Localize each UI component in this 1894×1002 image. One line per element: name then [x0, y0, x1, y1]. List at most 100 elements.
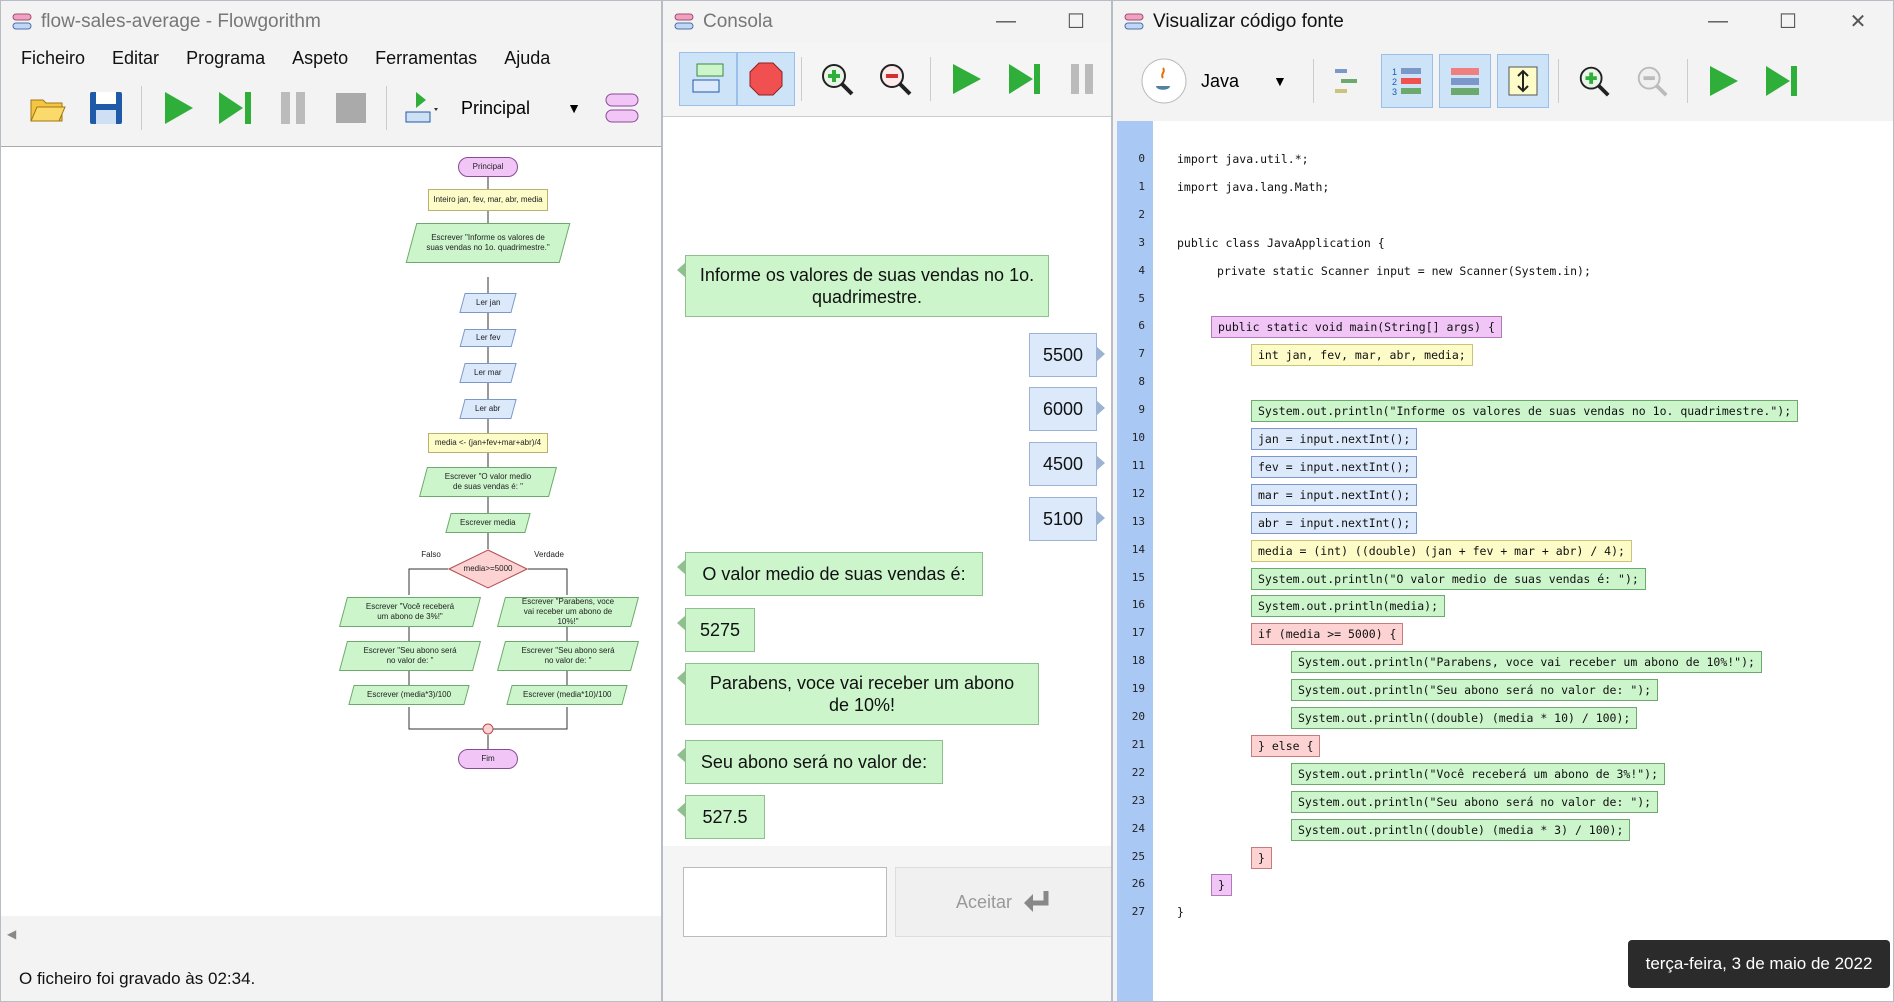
code-line[interactable]: System.out.println("Informe os valores d…	[1251, 400, 1799, 423]
flowchart-assign[interactable]: media <- (jan+fev+mar+abr)/4	[428, 433, 548, 453]
code-line[interactable]: System.out.println(media);	[1251, 595, 1446, 618]
function-dropdown[interactable]: Principal ▼	[461, 98, 581, 119]
code-line[interactable]: public static void main(String[] args) {	[1211, 316, 1502, 339]
code-line[interactable]: }	[1251, 846, 1272, 869]
stop-console-button[interactable]	[737, 52, 795, 106]
code-line[interactable]	[1171, 205, 1183, 227]
code-line[interactable]: System.out.println("Seu abono será no va…	[1291, 790, 1659, 813]
flowchart-output-1[interactable]: Escrever "Informe os valores de suas ven…	[405, 223, 571, 263]
step-button[interactable]	[206, 80, 264, 136]
flowchart-true-out-3-text: Escrever (media*10)/100	[522, 690, 612, 699]
code-line[interactable]: System.out.println("O valor medio de sua…	[1251, 567, 1646, 590]
save-button[interactable]	[77, 80, 135, 136]
code-editor[interactable]: 0 import java.util.*; 1 import java.lang.Ma…	[1117, 121, 1893, 1001]
code-zoom-in-button[interactable]	[1568, 54, 1620, 108]
code-line[interactable]: import java.lang.Math;	[1171, 177, 1335, 199]
highlight-button[interactable]	[1438, 54, 1491, 108]
console-window: Consola — ☐ Informe os valores de suas v…	[662, 0, 1112, 1002]
menu-programa[interactable]: Programa	[172, 48, 278, 69]
flowchart-canvas[interactable]: Principal Inteiro jan, fev, mar, abr, me…	[1, 146, 661, 916]
code-line[interactable]: public class JavaApplication {	[1171, 233, 1391, 255]
console-input-field[interactable]	[683, 867, 887, 937]
console-step-button[interactable]	[995, 52, 1053, 106]
line-number: 10	[1131, 431, 1145, 444]
close-button[interactable]: ✕	[1823, 1, 1893, 42]
menu-ficheiro[interactable]: Ficheiro	[7, 48, 98, 69]
code-line[interactable]: System.out.println("Parabens, voce vai r…	[1291, 651, 1762, 674]
scroll-left-icon[interactable]: ◀	[7, 927, 16, 941]
code-line[interactable]: } else {	[1251, 734, 1321, 757]
flowchart-input-jan[interactable]: Ler jan	[459, 293, 517, 313]
flowchart-false-out-1[interactable]: Escrever "Você receberá um abono de 3%!"	[338, 597, 482, 627]
language-dropdown[interactable]: Java ▼	[1141, 53, 1287, 109]
flowchart-input-mar-text: Ler mar	[474, 368, 502, 377]
console-output-area[interactable]: Informe os valores de suas vendas no 1o.…	[663, 116, 1111, 846]
minimize-button[interactable]: —	[1683, 1, 1753, 42]
maximize-button[interactable]: ☐	[1753, 1, 1823, 42]
flowchart-false-out-3[interactable]: Escrever (media*3)/100	[348, 685, 470, 705]
line-numbers-icon: 123	[1392, 67, 1421, 97]
toolbar-separator	[141, 86, 142, 130]
accept-button[interactable]: Aceitar	[895, 867, 1111, 937]
code-line[interactable]: System.out.println((double) (media * 10)…	[1291, 707, 1638, 729]
code-line[interactable]: abr = input.nextInt();	[1251, 511, 1418, 534]
functions-button[interactable]	[593, 80, 651, 136]
flowchart-start[interactable]: Principal	[458, 157, 518, 177]
flowchart-declare[interactable]: Inteiro jan, fev, mar, abr, media	[428, 189, 548, 211]
play-icon	[1709, 66, 1738, 96]
code-step-button[interactable]	[1755, 54, 1807, 108]
code-line[interactable]: mar = input.nextInt();	[1251, 483, 1418, 506]
code-line[interactable]: import java.util.*;	[1171, 149, 1315, 171]
horizontal-scrollbar[interactable]: ◀	[1, 921, 661, 951]
line-number-gutter	[1117, 121, 1153, 1001]
layout-button[interactable]	[393, 80, 451, 136]
minimize-button[interactable]: —	[971, 1, 1041, 42]
line-numbers-button[interactable]: 123	[1380, 54, 1433, 108]
flowchart-true-out-1[interactable]: Escrever "Parabens, voce vai receber um …	[496, 597, 640, 627]
code-line[interactable]: }	[1211, 874, 1232, 897]
maximize-button[interactable]: ☐	[1041, 1, 1111, 42]
menu-aspeto[interactable]: Aspeto	[278, 48, 361, 69]
code-line[interactable]: if (media >= 5000) {	[1251, 623, 1404, 646]
run-button[interactable]	[148, 80, 206, 136]
menu-ajuda[interactable]: Ajuda	[490, 48, 563, 69]
flowchart-input-abr[interactable]: Ler abr	[459, 399, 517, 419]
zoom-out-button[interactable]	[866, 52, 924, 106]
code-line[interactable]: jan = input.nextInt();	[1251, 428, 1418, 450]
fit-button[interactable]	[1496, 54, 1549, 108]
code-line[interactable]: fev = input.nextInt();	[1251, 455, 1418, 478]
code-run-button[interactable]	[1697, 54, 1749, 108]
stop-button[interactable]	[322, 80, 380, 136]
code-line[interactable]: System.out.println("Seu abono será no va…	[1291, 679, 1659, 702]
code-line[interactable]: System.out.println("Você receberá um abo…	[1291, 762, 1666, 785]
flowchart-true-out-3[interactable]: Escrever (media*10)/100	[506, 685, 628, 705]
console-message: 6000	[1029, 387, 1105, 431]
pause-button[interactable]	[264, 80, 322, 136]
chat-view-button[interactable]	[679, 52, 737, 106]
flowchart-false-out-2[interactable]: Escrever "Seu abono será no valor de: "	[338, 641, 482, 671]
menu-editar[interactable]: Editar	[98, 48, 172, 69]
structure-button[interactable]	[1323, 54, 1375, 108]
play-icon	[953, 64, 981, 94]
code-line[interactable]: System.out.println((double) (media * 3) …	[1291, 818, 1631, 841]
flowchart-input-mar[interactable]: Ler mar	[459, 363, 517, 383]
code-line[interactable]: private static Scanner input = new Scann…	[1211, 261, 1597, 283]
code-line[interactable]	[1171, 372, 1183, 394]
code-zoom-out-button[interactable]	[1626, 54, 1678, 108]
zoom-in-button[interactable]	[808, 52, 866, 106]
code-line[interactable]: media = (int) ((double) (jan + fev + mar…	[1251, 539, 1632, 562]
code-line[interactable]: int jan, fev, mar, abr, media;	[1251, 344, 1473, 367]
code-line[interactable]	[1171, 289, 1183, 311]
menu-bar: Ficheiro Editar Programa Aspeto Ferramen…	[1, 42, 661, 74]
console-run-button[interactable]	[937, 52, 995, 106]
flowchart-condition[interactable]: media>=5000	[448, 549, 528, 589]
flowchart-input-fev[interactable]: Ler fev	[459, 329, 517, 347]
flowchart-end[interactable]: Fim	[458, 749, 518, 769]
console-pause-button[interactable]	[1053, 52, 1111, 106]
flowchart-output-3[interactable]: Escrever media	[445, 513, 531, 533]
flowchart-true-out-2[interactable]: Escrever "Seu abono será no valor de: "	[496, 641, 640, 671]
code-line[interactable]: }	[1171, 902, 1190, 924]
flowchart-output-2[interactable]: Escrever "O valor medio de suas vendas é…	[418, 467, 558, 497]
menu-ferramentas[interactable]: Ferramentas	[361, 48, 490, 69]
open-button[interactable]	[19, 80, 77, 136]
